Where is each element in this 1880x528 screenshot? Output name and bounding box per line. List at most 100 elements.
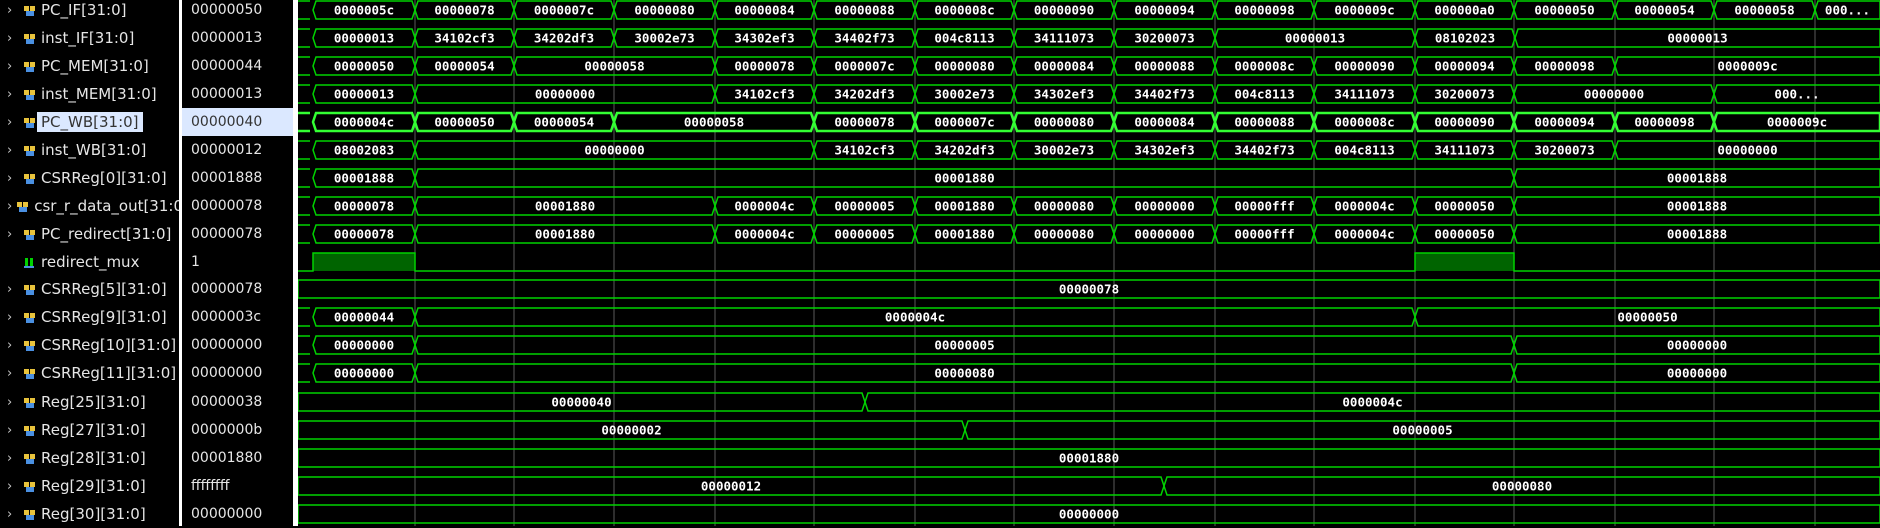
signal-value-cell: ffffffff — [182, 472, 293, 500]
signal-name: CSRReg[0][31:0] — [41, 169, 167, 187]
chevron-right-icon[interactable]: › — [7, 88, 19, 101]
waveform-row[interactable]: 00000050 00000054 00000058 00000078 0000007c… — [298, 56, 1880, 76]
waveform-row[interactable]: 00000002 00000005 — [298, 420, 1880, 440]
waveform-row[interactable]: 00000000 00000005 00000000 — [298, 335, 1880, 355]
waveform-row[interactable]: 08002083 00000000 34102cf3 34202df3 30002e73… — [298, 140, 1880, 160]
bus-value-label: 00000000 — [1134, 227, 1194, 242]
chevron-right-icon[interactable]: › — [7, 228, 19, 241]
bus-value-label: 004c8113 — [1334, 143, 1394, 158]
signal-value: 00000000 — [191, 337, 263, 353]
signal-row[interactable]: › CSRReg[10][31:0] — [0, 331, 179, 359]
waveform-row[interactable]: 00000078 00001880 0000004c 00000005 00001880… — [298, 196, 1880, 216]
chevron-right-icon[interactable]: › — [7, 396, 19, 409]
bus-value-label: 00000088 — [1234, 115, 1294, 130]
chevron-right-icon[interactable]: › — [7, 4, 19, 17]
signal-row[interactable]: › csr_r_data_out[31:0] — [0, 192, 189, 220]
bus-value-label: 34202df3 — [834, 87, 894, 102]
bus-value-label: 00000050 — [434, 115, 494, 130]
bus-value-label: 000... — [1825, 3, 1870, 18]
signal-row[interactable]: › inst_IF[31:0] — [0, 24, 179, 52]
bus-value-label: 30200073 — [1134, 31, 1194, 46]
signal-row[interactable]: › Reg[29][31:0] — [0, 472, 179, 500]
bus-value-label: 00000005 — [834, 227, 894, 242]
signal-name: Reg[30][31:0] — [41, 505, 146, 523]
chevron-right-icon[interactable]: › — [7, 339, 19, 352]
chevron-right-icon[interactable]: › — [7, 480, 19, 493]
waveform-row[interactable]: 00000013 00000000 34102cf3 34202df3 30002e73… — [298, 84, 1880, 104]
signal-row[interactable]: › Reg[30][31:0] — [0, 500, 179, 528]
signal-row[interactable]: redirect_mux — [0, 248, 179, 276]
chevron-right-icon[interactable]: › — [7, 283, 19, 296]
signal-value: 0000003c — [191, 309, 262, 325]
bus-value-label: 0000004c — [1334, 227, 1394, 242]
signal-row[interactable]: › Reg[28][31:0] — [0, 444, 179, 472]
signal-row[interactable]: › Reg[25][31:0] — [0, 388, 179, 416]
signal-value: 00000078 — [191, 198, 263, 214]
chevron-right-icon[interactable]: › — [7, 311, 19, 324]
bus-icon — [23, 171, 37, 185]
signal-value: ffffffff — [191, 478, 230, 494]
signal-value-cell: 00000078 — [182, 192, 293, 220]
signal-row[interactable]: › PC_MEM[31:0] — [0, 52, 179, 80]
bus-icon — [23, 366, 37, 380]
waveform-row[interactable]: 00000078 — [298, 279, 1880, 299]
signal-row[interactable]: › Reg[27][31:0] — [0, 416, 179, 444]
waveform-row[interactable]: 00000012 00000080 — [298, 476, 1880, 496]
waveform-row[interactable]: 00001888 00001880 00001888 — [298, 168, 1880, 188]
bus-icon — [23, 282, 37, 296]
bus-value-label: 00000098 — [1234, 3, 1294, 18]
signal-row[interactable]: › PC_IF[31:0] — [0, 0, 179, 24]
signal-value-cell: 00000040 — [182, 108, 293, 136]
waveform-canvas[interactable]: 0000005c 00000078 0000007c 00000080 00000084… — [298, 0, 1880, 526]
waveform-row[interactable]: 00000040 0000004c — [298, 392, 1880, 412]
waveform-row[interactable]: 00000044 0000004c 00000050 — [298, 307, 1880, 327]
bus-value-label: 00000098 — [1634, 115, 1694, 130]
signal-row[interactable]: › CSRReg[0][31:0] — [0, 164, 179, 192]
bus-value-label: 00000088 — [1134, 59, 1194, 74]
chevron-right-icon[interactable]: › — [7, 424, 19, 437]
chevron-right-icon[interactable]: › — [7, 508, 19, 521]
bus-value-label: 00001888 — [334, 171, 394, 186]
chevron-right-icon[interactable]: › — [7, 367, 19, 380]
waveform-row[interactable] — [298, 252, 1880, 272]
waveform-row[interactable]: 0000005c 00000078 0000007c 00000080 00000084… — [298, 0, 1880, 20]
bus-value-label: 0000009c — [1334, 3, 1394, 18]
bus-value-label: 00000013 — [1667, 31, 1727, 46]
signal-row[interactable]: › inst_MEM[31:0] — [0, 80, 179, 108]
bus-value-label: 00000000 — [1059, 507, 1119, 522]
waveform-row[interactable]: 00000000 — [298, 504, 1880, 524]
chevron-right-icon[interactable]: › — [7, 452, 19, 465]
waveform-row[interactable]: 00000000 00000080 00000000 — [298, 363, 1880, 383]
waveform-row[interactable]: 00001880 — [298, 448, 1880, 468]
bus-value-label: 00000084 — [1134, 115, 1194, 130]
chevron-right-icon[interactable]: › — [7, 200, 12, 213]
signal-row[interactable]: › inst_WB[31:0] — [0, 136, 179, 164]
bus-value-label: 00000fff — [1234, 227, 1294, 242]
signal-value-cell: 00000013 — [182, 24, 293, 52]
signal-row[interactable]: › CSRReg[11][31:0] — [0, 359, 179, 387]
signal-row[interactable]: › CSRReg[5][31:0] — [0, 275, 179, 303]
waveform-row[interactable]: 0000004c 00000050 00000054 00000058 00000078… — [298, 111, 1880, 133]
bus-value-label: 00000000 — [584, 143, 644, 158]
bus-value-label: 0000004c — [885, 310, 945, 325]
waveform-row[interactable]: 00000013 34102cf3 34202df3 30002e73 34302ef3… — [298, 28, 1880, 48]
signal-name: PC_WB[31:0] — [37, 112, 143, 132]
signal-row[interactable]: › PC_redirect[31:0] — [0, 220, 179, 248]
bus-value-label: 0000007c — [834, 59, 894, 74]
signal-row[interactable]: › PC_WB[31:0] — [0, 108, 179, 136]
signal-value-cell: 00000050 — [182, 0, 293, 24]
bit-high-fill — [1415, 253, 1514, 271]
signal-row[interactable]: › CSRReg[9][31:0] — [0, 303, 179, 331]
waveform-row[interactable]: 00000078 00001880 0000004c 00000005 00001880… — [298, 224, 1880, 244]
signal-value-cell: 00000078 — [182, 275, 293, 303]
chevron-right-icon[interactable]: › — [7, 60, 19, 73]
chevron-right-icon[interactable]: › — [7, 116, 19, 129]
chevron-right-icon[interactable]: › — [7, 144, 19, 157]
signal-name: PC_redirect[31:0] — [41, 225, 172, 243]
chevron-right-icon[interactable]: › — [7, 32, 19, 45]
signal-name: Reg[25][31:0] — [41, 393, 146, 411]
bit-waveform — [298, 252, 1880, 272]
chevron-right-icon[interactable]: › — [7, 172, 19, 185]
bus-value-label: 00000000 — [1717, 143, 1777, 158]
signal-name: csr_r_data_out[31:0] — [34, 197, 189, 215]
